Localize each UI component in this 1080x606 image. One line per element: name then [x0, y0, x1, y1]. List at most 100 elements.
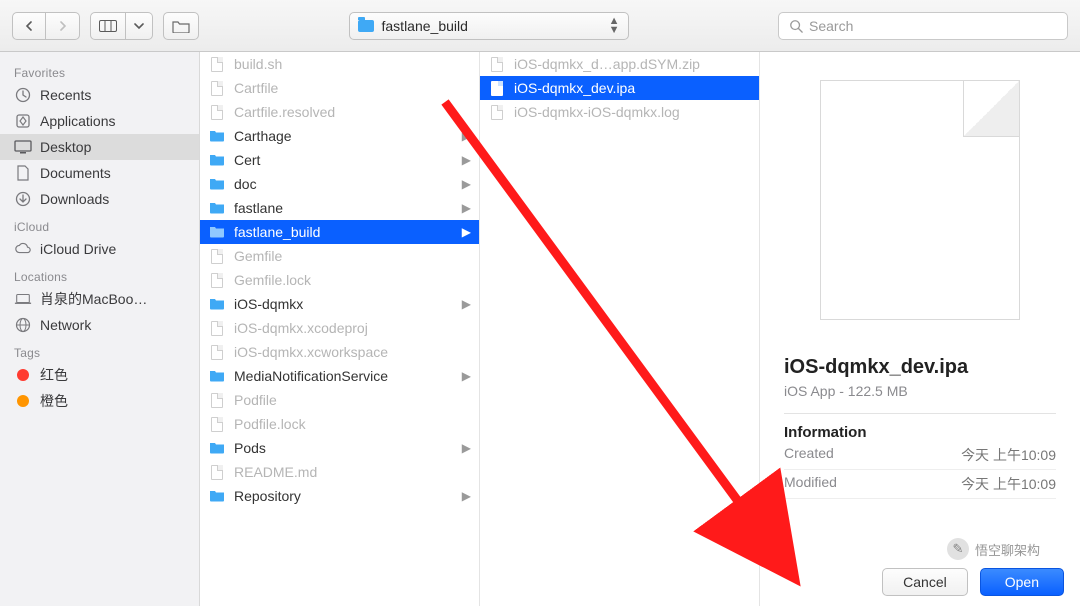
file-row[interactable]: iOS-dqmkx_dev.ipa: [480, 76, 759, 100]
chevron-right-icon: ▶: [462, 129, 471, 143]
folder-outline-icon: [172, 19, 190, 33]
watermark-text: 悟空聊架构: [975, 540, 1040, 559]
sidebar-item-label: iCloud Drive: [40, 241, 116, 257]
file-row[interactable]: iOS-dqmkx-iOS-dqmkx.log: [480, 100, 759, 124]
sidebar-item-label: Network: [40, 317, 91, 333]
file-row[interactable]: doc▶: [200, 172, 479, 196]
globe-icon: [14, 317, 32, 333]
file-row[interactable]: iOS-dqmkx▶: [200, 292, 479, 316]
file-icon: [208, 393, 226, 408]
chevron-right-icon: [58, 21, 68, 31]
body: FavoritesRecentsApplicationsDesktopDocum…: [0, 52, 1080, 606]
sidebar-item-label: 红色: [40, 365, 68, 385]
file-row[interactable]: build.sh: [200, 52, 479, 76]
open-button[interactable]: Open: [980, 568, 1064, 596]
preview-section-header: Information: [784, 413, 1056, 441]
sidebar-section-header: Favorites: [0, 58, 199, 82]
search-icon: [789, 19, 803, 33]
sidebar-item[interactable]: Desktop: [0, 134, 199, 160]
path-popup[interactable]: fastlane_build ▲▼: [349, 12, 629, 40]
folder-icon: [208, 128, 226, 144]
search-input[interactable]: [809, 18, 1057, 34]
file-icon: [208, 321, 226, 336]
file-row[interactable]: Cartfile: [200, 76, 479, 100]
folder-icon: [358, 20, 374, 32]
sidebar-item-label: 肖泉的MacBoo…: [40, 289, 147, 309]
folder-icon: [208, 176, 226, 192]
file-row[interactable]: Cert▶: [200, 148, 479, 172]
folder-icon: [208, 152, 226, 168]
clock-icon: [14, 87, 32, 103]
file-icon: [208, 345, 226, 360]
sidebar-item[interactable]: iCloud Drive: [0, 236, 199, 262]
file-row[interactable]: Pods▶: [200, 436, 479, 460]
folder-icon: [208, 224, 226, 240]
file-row[interactable]: iOS-dqmkx.xcodeproj: [200, 316, 479, 340]
columns-icon: [99, 20, 117, 32]
sidebar-item[interactable]: Recents: [0, 82, 199, 108]
file-name: Cert: [234, 152, 260, 168]
chevron-right-icon: ▶: [462, 201, 471, 215]
sidebar-item[interactable]: 红色: [0, 362, 199, 388]
file-name: iOS-dqmkx.xcworkspace: [234, 344, 388, 360]
toolbar: fastlane_build ▲▼: [0, 0, 1080, 52]
file-row[interactable]: MediaNotificationService▶: [200, 364, 479, 388]
column-1[interactable]: build.shCartfile Cartfile.resolved Cartha…: [200, 52, 480, 606]
desktop-icon: [14, 139, 32, 155]
file-row[interactable]: Repository▶: [200, 484, 479, 508]
file-icon: [208, 81, 226, 96]
search-field[interactable]: [778, 12, 1068, 40]
file-icon: [488, 81, 506, 96]
open-dialog: fastlane_build ▲▼ FavoritesRecentsApplic…: [0, 0, 1080, 606]
view-options-button[interactable]: [126, 12, 153, 40]
nav-back-forward: [12, 12, 80, 40]
file-row[interactable]: fastlane▶: [200, 196, 479, 220]
sidebar-item[interactable]: 橙色: [0, 388, 199, 414]
file-name: iOS-dqmkx.xcodeproj: [234, 320, 368, 336]
sidebar-item[interactable]: Applications: [0, 108, 199, 134]
popup-arrows-icon: ▲▼: [609, 17, 620, 35]
file-row[interactable]: Gemfile: [200, 244, 479, 268]
cancel-button[interactable]: Cancel: [882, 568, 968, 596]
file-name: Pods: [234, 440, 266, 456]
file-row[interactable]: Carthage▶: [200, 124, 479, 148]
file-row[interactable]: iOS-dqmkx.xcworkspace: [200, 340, 479, 364]
file-icon: [488, 105, 506, 120]
file-row[interactable]: Podfile.lock: [200, 412, 479, 436]
file-name: iOS-dqmkx: [234, 296, 303, 312]
sidebar-item[interactable]: 肖泉的MacBoo…: [0, 286, 199, 312]
chevron-down-icon: [134, 21, 144, 31]
column-2[interactable]: iOS-dqmkx_d…app.dSYM.zip iOS-dqmkx_dev.ip…: [480, 52, 760, 606]
file-row[interactable]: fastlane_build▶: [200, 220, 479, 244]
file-row[interactable]: Podfile: [200, 388, 479, 412]
folder-icon: [208, 200, 226, 216]
info-value: 今天 上午10:09: [864, 445, 1056, 465]
file-icon: [208, 465, 226, 480]
current-folder-label: fastlane_build: [382, 18, 601, 34]
cloud-icon: [14, 241, 32, 257]
file-row[interactable]: Gemfile.lock: [200, 268, 479, 292]
sidebar-item[interactable]: Network: [0, 312, 199, 338]
info-key: Created: [784, 445, 864, 465]
file-name: iOS-dqmkx_dev.ipa: [514, 80, 635, 96]
group-by-button[interactable]: [163, 12, 199, 40]
file-name: Gemfile.lock: [234, 272, 311, 288]
file-row[interactable]: Cartfile.resolved: [200, 100, 479, 124]
dialog-buttons: Cancel Open: [882, 568, 1064, 596]
file-row[interactable]: README.md: [200, 460, 479, 484]
chevron-right-icon: ▶: [462, 489, 471, 503]
download-icon: [14, 191, 32, 207]
forward-button[interactable]: [46, 12, 80, 40]
file-thumbnail: [820, 80, 1020, 320]
sidebar-item[interactable]: Downloads: [0, 186, 199, 212]
file-name: doc: [234, 176, 257, 192]
chevron-right-icon: ▶: [462, 225, 471, 239]
page-fold-icon: [963, 81, 1019, 137]
file-row[interactable]: iOS-dqmkx_d…app.dSYM.zip: [480, 52, 759, 76]
file-name: Podfile: [234, 392, 277, 408]
back-button[interactable]: [12, 12, 46, 40]
view-columns-button[interactable]: [90, 12, 126, 40]
file-name: Cartfile.resolved: [234, 104, 335, 120]
preview-info-row: Modified今天 上午10:09: [784, 470, 1056, 499]
sidebar-item[interactable]: Documents: [0, 160, 199, 186]
